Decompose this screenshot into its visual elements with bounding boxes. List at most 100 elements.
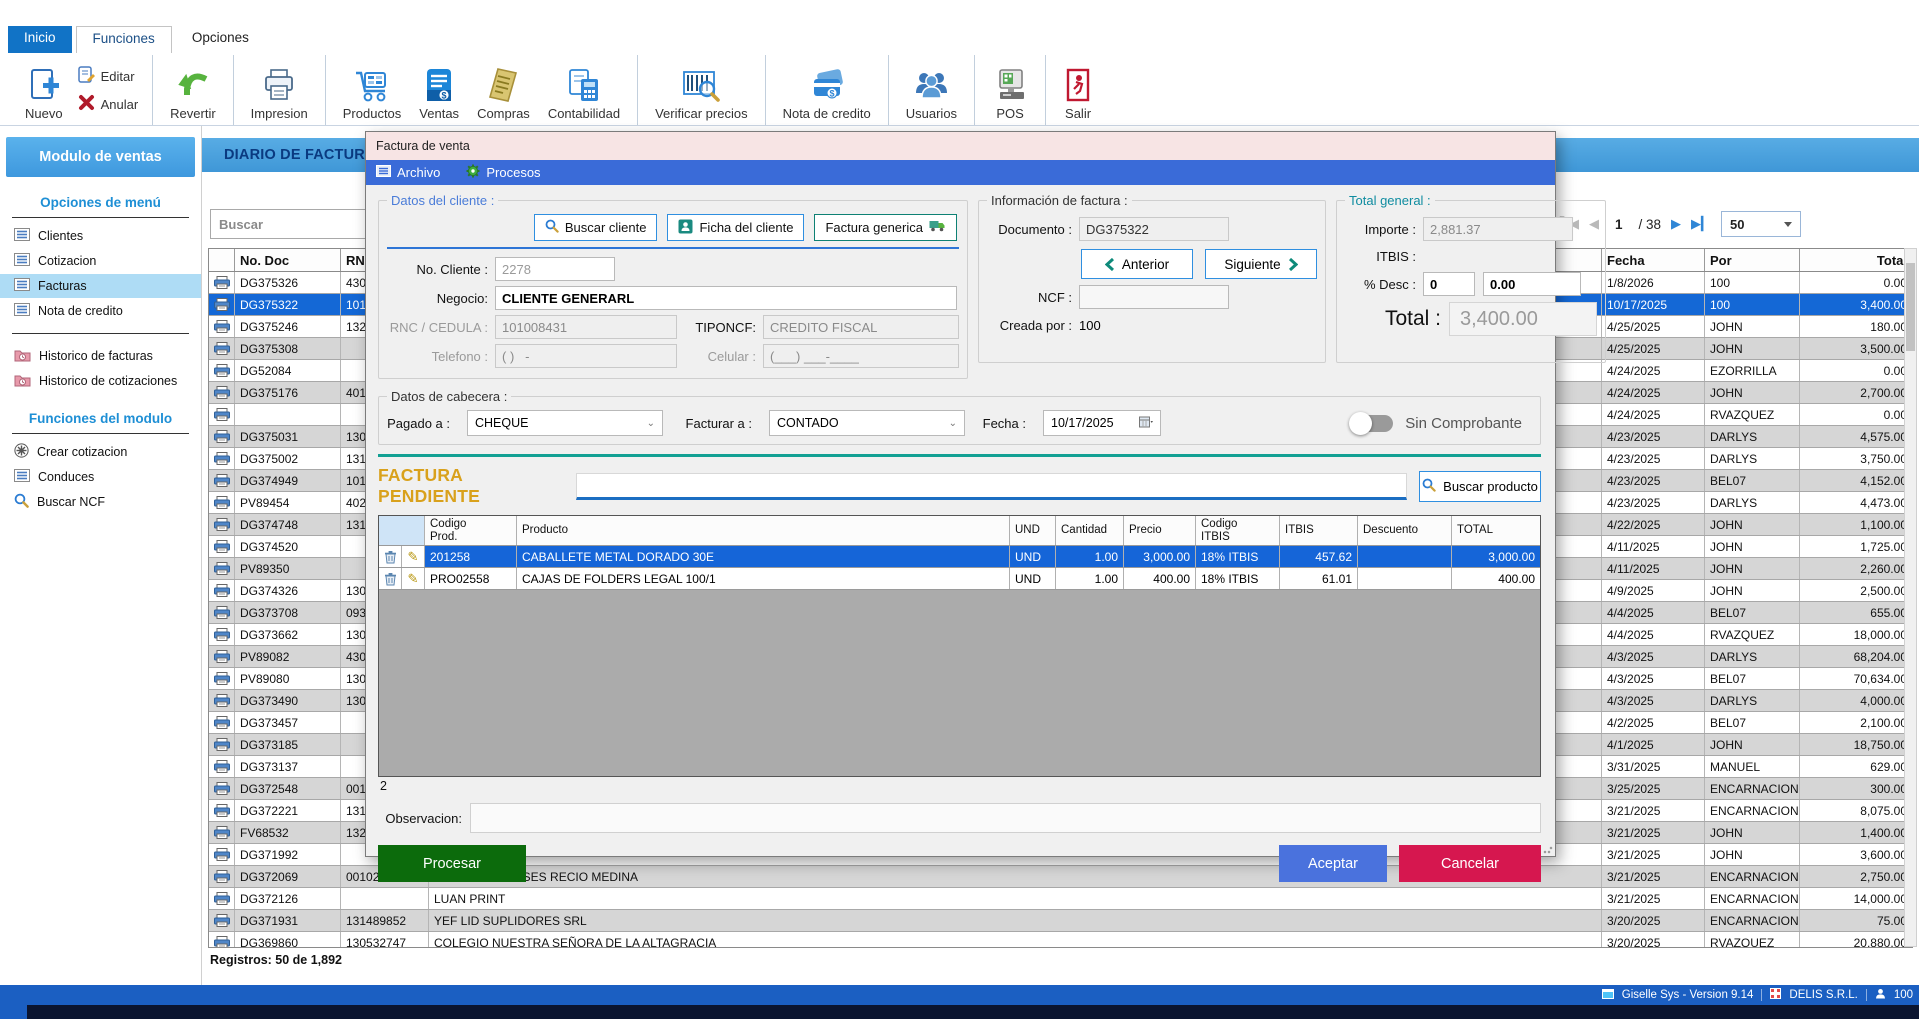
factura-generica-button[interactable]: Factura generica bbox=[814, 214, 957, 241]
observacion-field[interactable] bbox=[470, 803, 1541, 833]
sidebar-item-cotizacion[interactable]: Cotizacion bbox=[0, 249, 201, 273]
buscar-producto-button[interactable]: Buscar producto bbox=[1419, 471, 1541, 502]
menu-archivo[interactable]: Archivo bbox=[376, 165, 440, 180]
printer-icon[interactable] bbox=[209, 756, 235, 777]
edit-pencil-icon[interactable]: ✎ bbox=[402, 546, 425, 567]
negocio-field[interactable] bbox=[495, 286, 957, 310]
tab-opciones[interactable]: Opciones bbox=[176, 26, 265, 53]
printer-icon[interactable] bbox=[209, 404, 235, 425]
compras-button[interactable]: Compras bbox=[468, 55, 539, 125]
printer-icon[interactable] bbox=[209, 910, 235, 931]
salir-button[interactable]: Salir bbox=[1054, 55, 1102, 125]
printer-icon[interactable] bbox=[209, 360, 235, 381]
sidebar-item-historico-cotizaciones[interactable]: Historico de cotizaciones bbox=[0, 369, 201, 393]
sidebar-item-nota-credito[interactable]: Nota de credito bbox=[0, 299, 201, 323]
product-search-input[interactable] bbox=[576, 473, 1407, 500]
col-por[interactable]: Por bbox=[1705, 249, 1800, 271]
printer-icon[interactable] bbox=[209, 690, 235, 711]
itbis-label: ITBIS : bbox=[1345, 249, 1423, 264]
printer-icon[interactable] bbox=[209, 888, 235, 909]
no-cliente-field[interactable] bbox=[495, 257, 615, 281]
tab-inicio[interactable]: Inicio bbox=[8, 26, 72, 53]
ncf-field[interactable] bbox=[1079, 285, 1229, 309]
printer-icon[interactable] bbox=[209, 800, 235, 821]
printer-icon[interactable] bbox=[209, 470, 235, 491]
printer-icon[interactable] bbox=[209, 492, 235, 513]
printer-icon[interactable] bbox=[209, 514, 235, 535]
anterior-button[interactable]: Anterior bbox=[1081, 249, 1193, 279]
verificar-precios-button[interactable]: Verificar precios bbox=[646, 55, 756, 125]
invoice-row[interactable]: DG371931131489852YEF LID SUPLIDORES SRL3… bbox=[209, 910, 1912, 932]
productos-button[interactable]: Productos bbox=[334, 55, 411, 125]
printer-icon[interactable] bbox=[209, 558, 235, 579]
printer-icon[interactable] bbox=[209, 734, 235, 755]
product-row[interactable]: ✎PRO02558CAJAS DE FOLDERS LEGAL 100/1UND… bbox=[379, 568, 1540, 590]
printer-icon[interactable] bbox=[209, 646, 235, 667]
printer-icon[interactable] bbox=[209, 448, 235, 469]
ventas-button[interactable]: $ Ventas bbox=[410, 55, 468, 125]
revertir-button[interactable]: Revertir bbox=[161, 55, 225, 125]
printer-icon[interactable] bbox=[209, 316, 235, 337]
facturar-a-select[interactable]: CONTADO ⌄ bbox=[769, 410, 965, 436]
printer-icon[interactable] bbox=[209, 668, 235, 689]
menu-procesos[interactable]: Procesos bbox=[466, 164, 540, 181]
printer-icon[interactable] bbox=[209, 602, 235, 623]
sidebar-item-conduces[interactable]: Conduces bbox=[0, 465, 201, 489]
sidebar-item-clientes[interactable]: Clientes bbox=[0, 224, 201, 248]
pos-button[interactable]: POS bbox=[983, 55, 1037, 125]
siguiente-button[interactable]: Siguiente bbox=[1205, 249, 1317, 279]
usuarios-button[interactable]: Usuarios bbox=[897, 55, 966, 125]
sidebar-item-crear-cotizacion[interactable]: Crear cotizacion bbox=[0, 440, 201, 464]
procesar-button[interactable]: Procesar bbox=[378, 845, 526, 882]
printer-icon[interactable] bbox=[209, 382, 235, 403]
page-size-select[interactable]: 50 bbox=[1721, 211, 1801, 237]
editar-button[interactable]: Editar bbox=[78, 66, 139, 86]
col-total[interactable]: Total bbox=[1800, 249, 1912, 271]
nota-credito-button[interactable]: $ Nota de credito bbox=[774, 55, 880, 125]
doc-cell: DG373137 bbox=[235, 756, 341, 777]
sin-comprobante-toggle[interactable] bbox=[1351, 415, 1393, 432]
impresion-button[interactable]: Impresion bbox=[242, 55, 317, 125]
printer-icon[interactable] bbox=[209, 866, 235, 887]
desc-val-field[interactable] bbox=[1483, 272, 1581, 296]
ficha-cliente-button[interactable]: Ficha del cliente bbox=[667, 214, 804, 241]
invoice-row[interactable]: DG372126LUAN PRINT3/21/2025ENCARNACION14… bbox=[209, 888, 1912, 910]
printer-icon[interactable] bbox=[209, 778, 235, 799]
next-page-icon[interactable]: ▶ bbox=[1671, 216, 1681, 232]
nuevo-button[interactable]: Nuevo bbox=[16, 55, 72, 125]
aceptar-button[interactable]: Aceptar bbox=[1279, 845, 1387, 882]
vertical-scrollbar[interactable] bbox=[1904, 248, 1917, 947]
sidebar-item-facturas[interactable]: Facturas bbox=[0, 274, 201, 298]
sidebar-item-buscar-ncf[interactable]: Buscar NCF bbox=[0, 490, 201, 514]
desc-pct-field[interactable] bbox=[1423, 272, 1475, 296]
printer-icon[interactable] bbox=[209, 712, 235, 733]
scrollbar-thumb[interactable] bbox=[1906, 263, 1915, 351]
printer-icon[interactable] bbox=[209, 294, 235, 315]
fecha-datepicker[interactable]: 10/17/2025 bbox=[1043, 410, 1161, 436]
sidebar-item-historico-facturas[interactable]: Historico de facturas bbox=[0, 344, 201, 368]
buscar-cliente-button[interactable]: Buscar cliente bbox=[534, 214, 658, 241]
contabilidad-button[interactable]: Contabilidad bbox=[539, 55, 629, 125]
anular-button[interactable]: Anular bbox=[78, 94, 139, 114]
col-fecha[interactable]: Fecha bbox=[1602, 249, 1705, 271]
edit-pencil-icon[interactable]: ✎ bbox=[402, 568, 425, 589]
printer-icon[interactable] bbox=[209, 844, 235, 865]
invoice-row[interactable]: DG369860130532747COLEGIO NUESTRA SEÑORA … bbox=[209, 932, 1912, 948]
delete-icon[interactable] bbox=[379, 568, 402, 589]
resize-grip-icon[interactable] bbox=[1543, 844, 1553, 854]
printer-icon[interactable] bbox=[209, 822, 235, 843]
printer-icon[interactable] bbox=[209, 932, 235, 948]
pagado-a-select[interactable]: CHEQUE ⌄ bbox=[467, 410, 663, 436]
printer-icon[interactable] bbox=[209, 272, 235, 293]
product-row[interactable]: ✎201258CABALLETE METAL DORADO 30EUND1.00… bbox=[379, 546, 1540, 568]
cancelar-button[interactable]: Cancelar bbox=[1399, 845, 1541, 882]
tab-funciones[interactable]: Funciones bbox=[76, 26, 172, 53]
printer-icon[interactable] bbox=[209, 426, 235, 447]
printer-icon[interactable] bbox=[209, 338, 235, 359]
col-no-doc[interactable]: No. Doc bbox=[235, 249, 341, 271]
printer-icon[interactable] bbox=[209, 624, 235, 645]
last-page-icon[interactable]: ▶▎ bbox=[1691, 216, 1711, 232]
delete-icon[interactable] bbox=[379, 546, 402, 567]
printer-icon[interactable] bbox=[209, 536, 235, 557]
printer-icon[interactable] bbox=[209, 580, 235, 601]
